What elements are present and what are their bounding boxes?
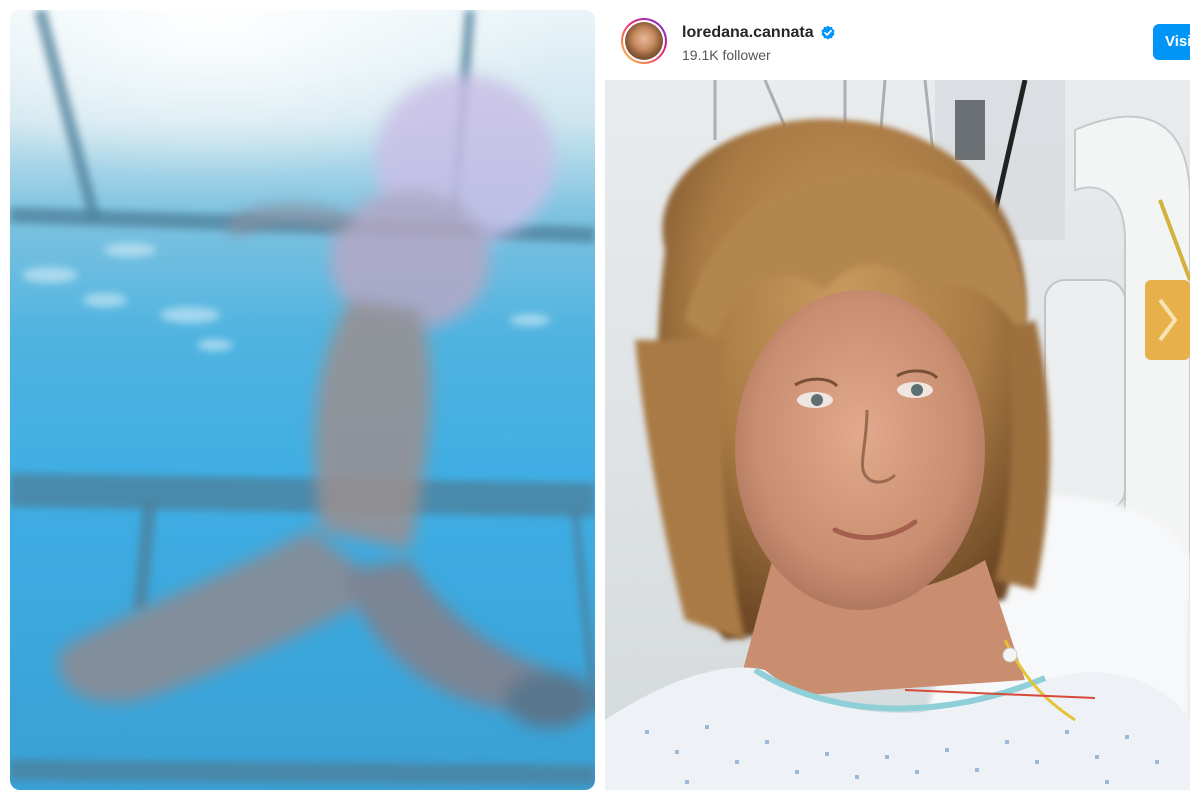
collage: loredana.cannata 19.1K follower Visit [0, 0, 1200, 800]
follower-count: 19.1K follower [682, 47, 771, 63]
verified-badge-icon [821, 25, 835, 40]
avatar-image [625, 22, 663, 60]
instagram-post: loredana.cannata 19.1K follower Visit [605, 10, 1190, 790]
visit-button[interactable]: Visit [1153, 24, 1190, 60]
avatar-border [623, 20, 665, 62]
underwater-photo-drawing [10, 10, 595, 785]
username-row: loredana.cannata [682, 23, 836, 43]
username[interactable]: loredana.cannata [682, 24, 814, 42]
underwater-photo [10, 10, 595, 790]
post-header: loredana.cannata 19.1K follower Visit [605, 10, 1190, 80]
post-photo [605, 80, 1190, 790]
avatar[interactable] [621, 18, 667, 64]
post-photo-drawing [605, 80, 1190, 790]
